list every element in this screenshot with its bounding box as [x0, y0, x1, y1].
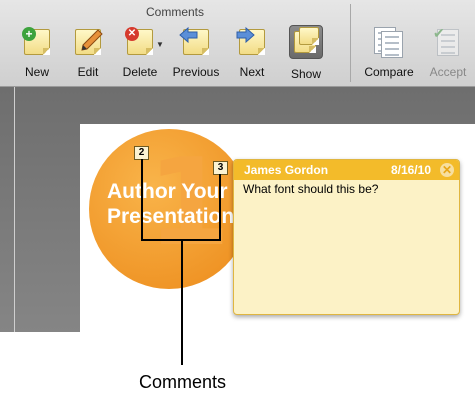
accept-button[interactable]: ✔ Accept: [416, 22, 475, 82]
comment-date: 8/16/10: [390, 163, 431, 177]
new-comment-icon: +: [22, 27, 52, 57]
previous-comment-icon: [179, 27, 211, 57]
accept-icon: ✔: [433, 25, 463, 57]
comment-marker-3[interactable]: 3: [213, 161, 228, 175]
accept-label: Accept: [429, 65, 467, 79]
slide-title-line-1: Author Your: [107, 180, 228, 203]
compare-icon: [374, 27, 404, 58]
show-comments-icon: [291, 27, 321, 57]
slide-title[interactable]: Author Your Presentation: [107, 179, 234, 229]
toolbar-group-divider: [350, 4, 351, 82]
comments-toolbar: Comments + New Edit ✕ ▼ Delete Previous …: [0, 0, 475, 87]
previous-comment-button[interactable]: Previous: [164, 22, 228, 82]
callout-line-left: [141, 159, 143, 241]
delete-comment-button[interactable]: ✕ ▼ Delete: [108, 22, 172, 82]
callout-label: Comments: [138, 372, 227, 392]
previous-comment-label: Previous: [172, 65, 220, 79]
callout-line-right: [219, 174, 221, 241]
close-icon[interactable]: ✕: [440, 163, 454, 177]
comment-text[interactable]: What font should this be?: [234, 180, 459, 198]
delete-comment-icon: ✕: [125, 27, 155, 57]
slide-title-line-2: Presentation: [107, 205, 235, 228]
callout-line-stem: [181, 239, 183, 365]
delete-dropdown-chevron-icon[interactable]: ▼: [156, 40, 164, 49]
comment-marker-2[interactable]: 2: [134, 146, 149, 160]
edit-comment-icon: [73, 27, 103, 57]
show-comments-label: Show: [290, 67, 322, 81]
next-comment-icon: [236, 27, 267, 57]
compare-button[interactable]: Compare: [357, 22, 421, 82]
comment-author: James Gordon: [244, 163, 329, 177]
compare-label: Compare: [364, 65, 414, 79]
canvas-left-rule: [14, 87, 15, 332]
delete-comment-label: Delete: [122, 65, 158, 79]
toolbar-group-title: Comments: [145, 5, 204, 19]
comment-popup[interactable]: James Gordon 8/16/10 ✕ What font should …: [233, 159, 460, 315]
comment-header: James Gordon 8/16/10 ✕: [234, 160, 459, 180]
show-comments-button[interactable]: Show: [284, 22, 324, 82]
